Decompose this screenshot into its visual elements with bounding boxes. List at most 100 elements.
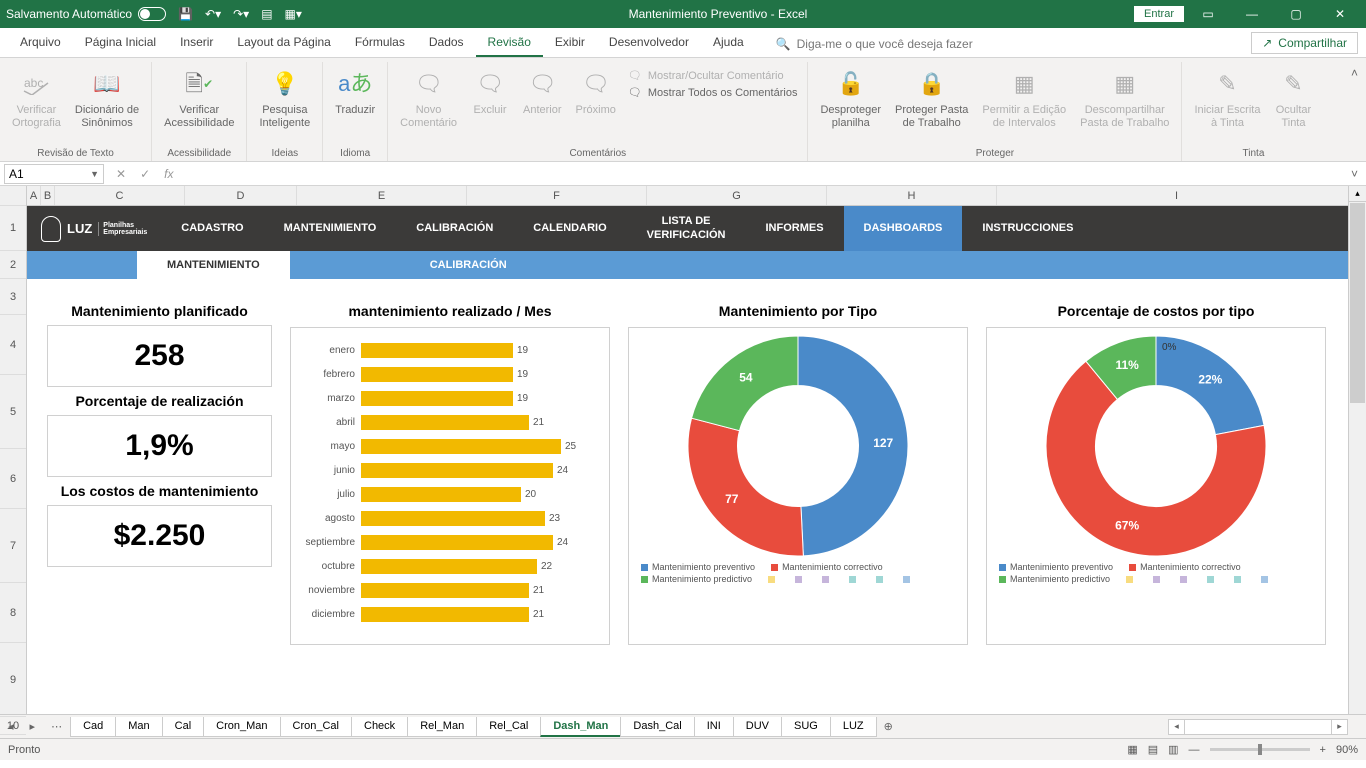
sheet-tab-ini[interactable]: INI xyxy=(694,717,734,737)
formula-input[interactable] xyxy=(183,164,1343,184)
sheet-tab-sug[interactable]: SUG xyxy=(781,717,831,737)
menu-tab-ajuda[interactable]: Ajuda xyxy=(701,29,756,57)
smart-lookup-button[interactable]: 💡Pesquisa Inteligente xyxy=(253,62,316,144)
col-header[interactable]: A xyxy=(27,186,41,205)
menu-tab-dados[interactable]: Dados xyxy=(417,29,476,57)
close-icon[interactable]: ✕ xyxy=(1320,7,1360,21)
scroll-right-icon[interactable]: ▸ xyxy=(1331,720,1347,734)
col-header[interactable]: C xyxy=(55,186,185,205)
col-header[interactable]: B xyxy=(41,186,55,205)
ribbon-options-icon[interactable]: ▭ xyxy=(1188,7,1228,21)
sheet-tab-dash_cal[interactable]: Dash_Cal xyxy=(620,717,694,737)
menu-tab-inserir[interactable]: Inserir xyxy=(168,29,225,57)
sheet-tab-man[interactable]: Man xyxy=(115,717,162,737)
nav-mantenimiento[interactable]: MANTENIMIENTO xyxy=(264,206,397,251)
thesaurus-button[interactable]: 📖Dicionário de Sinônimos xyxy=(69,62,145,144)
show-all-comments[interactable]: 🗨Mostrar Todos os Comentários xyxy=(624,85,802,100)
menu-tab-fórmulas[interactable]: Fórmulas xyxy=(343,29,417,57)
maximize-icon[interactable]: ▢ xyxy=(1276,7,1316,21)
cancel-formula-icon[interactable]: ✕ xyxy=(116,167,126,181)
sheet-tab-check[interactable]: Check xyxy=(351,717,408,737)
row-headers[interactable]: 12345678910 xyxy=(0,186,27,714)
chevron-down-icon[interactable]: ▼ xyxy=(90,169,99,179)
col-header[interactable]: G xyxy=(647,186,827,205)
sheet-tab-cron_man[interactable]: Cron_Man xyxy=(203,717,280,737)
subtab-calibración[interactable]: CALIBRACIÓN xyxy=(400,251,537,279)
row-header[interactable]: 3 xyxy=(0,279,26,315)
nav-instrucciones[interactable]: INSTRUCCIONES xyxy=(962,206,1093,251)
sheet-tab-cal[interactable]: Cal xyxy=(162,717,205,737)
sheet-tab-luz[interactable]: LUZ xyxy=(830,717,877,737)
zoom-slider[interactable] xyxy=(1210,748,1310,751)
menu-tab-arquivo[interactable]: Arquivo xyxy=(8,29,73,57)
sheet-tab-duv[interactable]: DUV xyxy=(733,717,782,737)
sheet-tab-rel_cal[interactable]: Rel_Cal xyxy=(476,717,541,737)
col-header[interactable]: D xyxy=(185,186,297,205)
minimize-icon[interactable]: — xyxy=(1232,7,1272,21)
menu-tab-exibir[interactable]: Exibir xyxy=(543,29,597,57)
accessibility-button[interactable]: 🗎✔Verificar Acessibilidade xyxy=(158,62,240,144)
view-pagebreak-icon[interactable]: ▥ xyxy=(1168,743,1178,756)
nav-calibración[interactable]: CALIBRACIÓN xyxy=(396,206,513,251)
col-header[interactable]: F xyxy=(467,186,647,205)
protect-workbook-button[interactable]: 🔒Proteger Pasta de Trabalho xyxy=(889,62,974,144)
nav-lista de[interactable]: LISTA DE VERIFICACIÓN xyxy=(627,206,746,251)
qat-icon-2[interactable]: ▦▾ xyxy=(285,7,302,21)
save-icon[interactable]: 💾 xyxy=(178,7,193,21)
fx-icon[interactable]: fx xyxy=(164,167,173,181)
undo-icon[interactable]: ↶▾ xyxy=(205,7,221,21)
col-header[interactable]: I xyxy=(997,186,1357,205)
enter-formula-icon[interactable]: ✓ xyxy=(140,167,150,181)
sheet-tab-rel_man[interactable]: Rel_Man xyxy=(407,717,477,737)
nav-informes[interactable]: INFORMES xyxy=(745,206,843,251)
row-header[interactable]: 4 xyxy=(0,315,26,375)
signin-button[interactable]: Entrar xyxy=(1134,6,1184,22)
row-header[interactable]: 7 xyxy=(0,509,26,583)
row-header[interactable]: 1 xyxy=(0,206,26,251)
sheet-tab-cad[interactable]: Cad xyxy=(70,717,116,737)
menu-tab-layout-da-página[interactable]: Layout da Página xyxy=(225,29,342,57)
row-header[interactable]: 8 xyxy=(0,583,26,643)
sheet-nav-more-icon[interactable]: ⋯ xyxy=(43,720,70,733)
col-header[interactable]: H xyxy=(827,186,997,205)
row-header[interactable]: 2 xyxy=(0,251,26,279)
scroll-left-icon[interactable]: ◂ xyxy=(1169,720,1185,734)
scroll-thumb[interactable] xyxy=(1350,203,1365,403)
nav-calendario[interactable]: CALENDARIO xyxy=(513,206,626,251)
spellcheck-button[interactable]: abcVerificar Ortografia xyxy=(6,62,67,144)
sheet-tab-cron_cal[interactable]: Cron_Cal xyxy=(280,717,352,737)
scroll-up-icon[interactable]: ▴ xyxy=(1349,186,1366,202)
menu-tab-página-inicial[interactable]: Página Inicial xyxy=(73,29,168,57)
nav-cadastro[interactable]: CADASTRO xyxy=(161,206,263,251)
zoom-in-icon[interactable]: + xyxy=(1320,744,1326,756)
name-box[interactable]: A1▼ xyxy=(4,164,104,184)
sheet-tab-dash_man[interactable]: Dash_Man xyxy=(540,717,621,737)
redo-icon[interactable]: ↷▾ xyxy=(233,7,249,21)
sheet-nav-next-icon[interactable]: ▸ xyxy=(22,720,44,733)
autosave-toggle[interactable] xyxy=(138,7,166,21)
tell-me[interactable]: 🔍 Diga-me o que você deseja fazer xyxy=(776,31,973,57)
new-sheet-icon[interactable]: ⊕ xyxy=(876,720,901,733)
row-header[interactable]: 6 xyxy=(0,449,26,509)
nav-dashboards[interactable]: DASHBOARDS xyxy=(844,206,963,251)
menu-tab-desenvolvedor[interactable]: Desenvolvedor xyxy=(597,29,701,57)
share-button[interactable]: ↗ Compartilhar xyxy=(1251,32,1358,54)
zoom-level[interactable]: 90% xyxy=(1336,744,1358,756)
menu-tab-revisão[interactable]: Revisão xyxy=(476,29,543,57)
zoom-out-icon[interactable]: — xyxy=(1189,744,1200,756)
horizontal-scrollbar[interactable]: ◂ ▸ xyxy=(1168,719,1348,735)
view-normal-icon[interactable]: ▦ xyxy=(1127,743,1137,756)
row-header[interactable] xyxy=(0,186,26,206)
translate-button[interactable]: aあTraduzir xyxy=(329,62,381,144)
vertical-scrollbar[interactable]: ▴ xyxy=(1348,186,1366,714)
row-header[interactable]: 5 xyxy=(0,375,26,449)
qat-icon-1[interactable]: ▤ xyxy=(261,7,272,21)
column-headers[interactable]: ABCDEFGHI xyxy=(27,186,1366,206)
subtab-mantenimiento[interactable]: MANTENIMIENTO xyxy=(137,251,290,279)
sheet-nav-prev-icon[interactable]: ◂ xyxy=(0,720,22,733)
view-layout-icon[interactable]: ▤ xyxy=(1148,743,1158,756)
collapse-ribbon-icon[interactable]: ˄ xyxy=(1343,62,1366,161)
expand-formula-icon[interactable]: ˅ xyxy=(1343,167,1366,181)
unprotect-sheet-button[interactable]: 🔓Desproteger planilha xyxy=(814,62,887,144)
col-header[interactable]: E xyxy=(297,186,467,205)
